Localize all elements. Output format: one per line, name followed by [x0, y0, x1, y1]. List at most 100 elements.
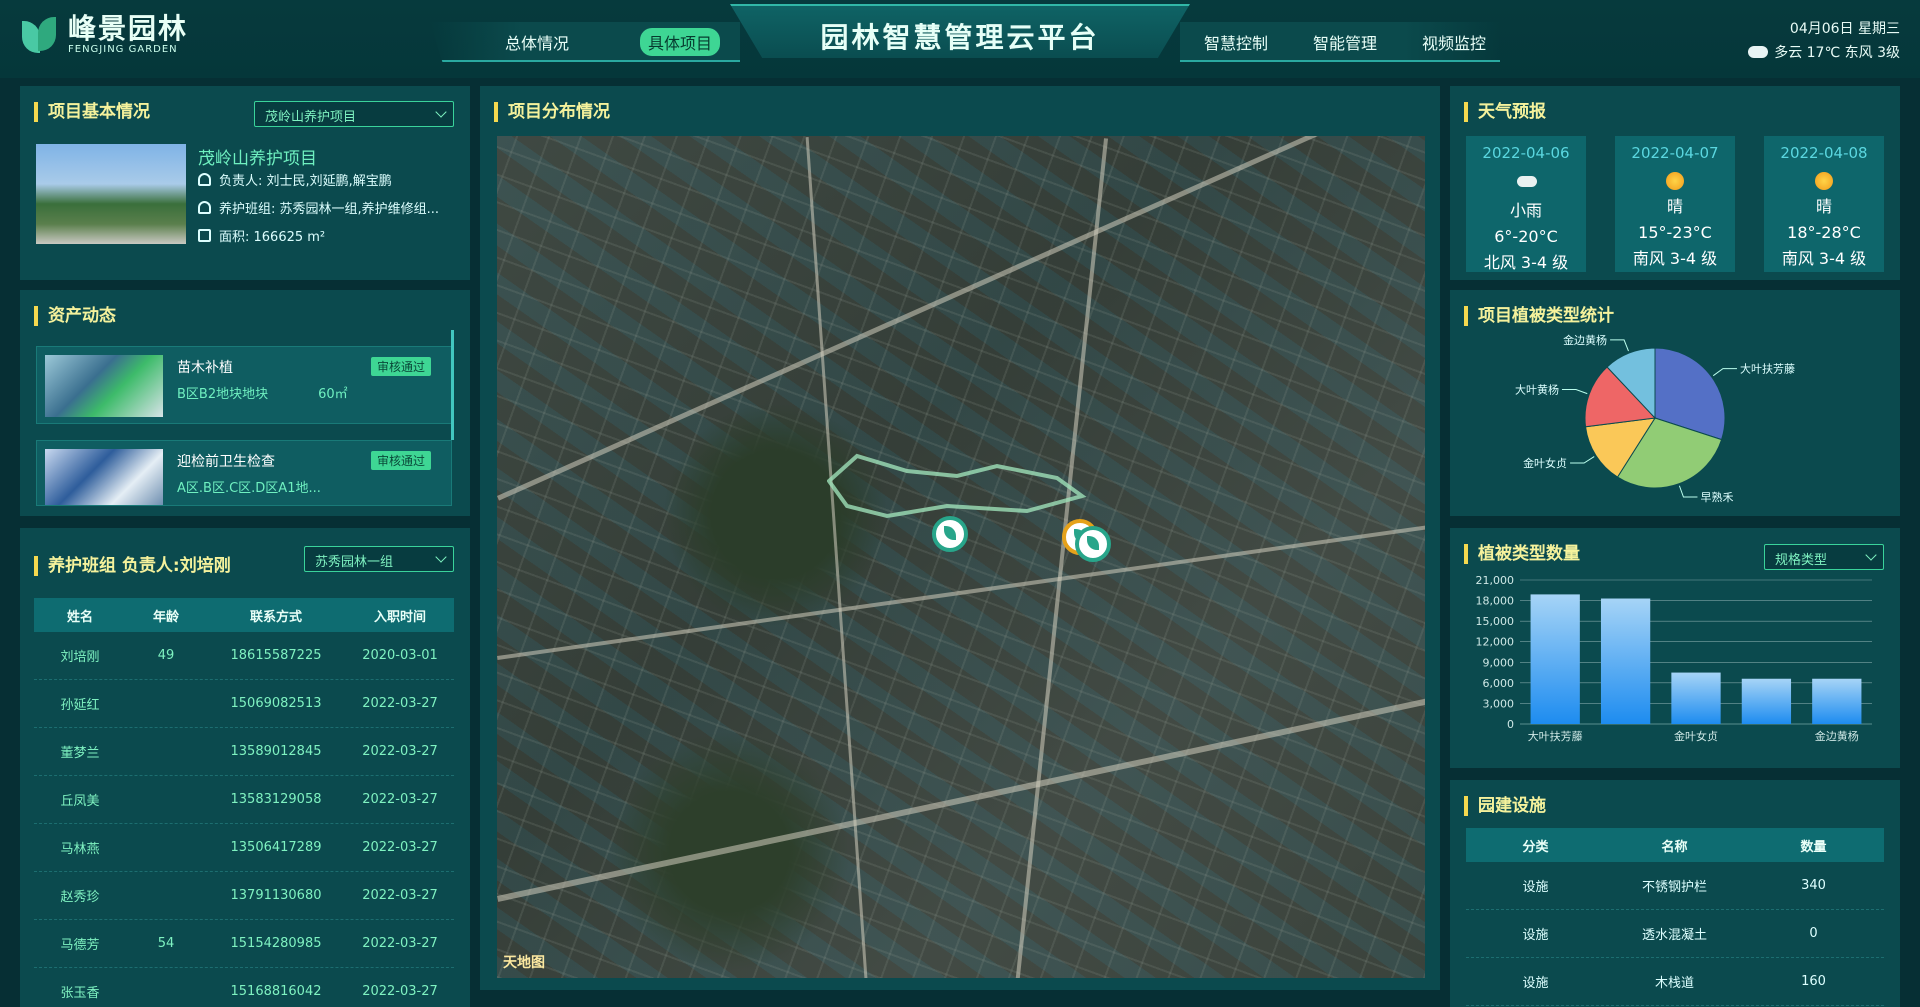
table-row[interactable]: 刘培刚 49 18615587225 2020-03-01: [34, 632, 454, 680]
map-watermark: 天地图: [503, 955, 545, 971]
cell-phone: 15154280985: [230, 936, 322, 951]
table-row[interactable]: 董梦兰 13589012845 2022-03-27: [34, 728, 454, 776]
pie-leader-line: [1712, 368, 1737, 377]
cell-category: 设施: [1522, 976, 1549, 991]
header: 峰景园林 FENGJING GARDEN 总体情况 具体项目 园林智慧管理云平台…: [0, 0, 1920, 78]
tab-smart-manage[interactable]: 智能管理: [1313, 30, 1377, 54]
vegetation-bar-panel: 植被类型数量 规格类型 0 3,000 6,000 9,000 12,000 15,000…: [1450, 528, 1900, 768]
forecast-temp: 15°-23°C: [1638, 223, 1712, 242]
forecast-date: 2022-04-06: [1482, 144, 1570, 162]
cell-age: 54: [157, 936, 175, 951]
bar[interactable]: [1741, 678, 1792, 724]
user-icon: [198, 173, 211, 186]
cell-name: 刘培刚: [60, 650, 100, 665]
tab-overview[interactable]: 总体情况: [505, 30, 569, 54]
manager-line: 负责人: 刘士民,刘延鹏,解宝鹏: [198, 170, 468, 189]
asset-title: 苗木补植: [177, 360, 233, 376]
table-row[interactable]: 设施 不锈钢护栏 340: [1466, 862, 1884, 910]
tab-project[interactable]: 具体项目: [640, 28, 721, 56]
tab-smart-control[interactable]: 智慧控制: [1204, 30, 1268, 54]
forecast-wind: 北风 3-4 级: [1483, 253, 1569, 272]
cell-phone: 13791130680: [230, 888, 322, 903]
cell-count: 160: [1801, 974, 1826, 989]
cell-name: 木栈道: [1654, 976, 1694, 991]
pie-leader-line: [1610, 339, 1629, 352]
table-row[interactable]: 马林燕 13506417289 2022-03-27: [34, 824, 454, 872]
pie-leader-line: [1561, 389, 1588, 395]
asset-location: B区B2地块地块: [177, 387, 269, 402]
team-title: 养护班组 负责人:刘培刚: [34, 556, 231, 576]
cell-name: 马德芳: [60, 938, 100, 953]
facilities-panel: 园建设施 分类 名称 数量 设施 不锈钢护栏 340 设施 透水混凝土 0 设施 木栈道 160: [1450, 780, 1900, 1007]
weather-text: 多云 17℃ 东风 3级: [1774, 45, 1900, 61]
cell-name: 丘凤美: [60, 794, 100, 809]
area-text: 面积: 166625 m²: [219, 230, 326, 245]
cell-joined: 2022-03-27: [362, 936, 438, 951]
forecast-wind: 南风 3-4 级: [1781, 249, 1867, 268]
y-tick-label: 18,000: [1476, 595, 1515, 608]
y-tick-label: 9,000: [1483, 656, 1515, 669]
cell-phone: 15069082513: [230, 696, 322, 711]
table-row[interactable]: 赵秀珍 13791130680 2022-03-27: [34, 872, 454, 920]
col-name: 姓名: [66, 609, 93, 625]
scrollbar[interactable]: [451, 330, 454, 440]
satellite-map[interactable]: 天地图: [497, 136, 1425, 978]
pie-chart: 大叶扶芳藤早熟禾 金叶女贞 大叶黄杨 金边黄杨: [1515, 333, 1795, 504]
team-select[interactable]: 苏秀园林一组: [304, 546, 454, 572]
map-title: 项目分布情况: [494, 102, 610, 122]
logo-cn: 峰景园林: [68, 12, 189, 45]
title-box: 园林智慧管理云平台: [730, 4, 1190, 58]
cell-name: 孙延红: [60, 698, 100, 713]
cell-category: 设施: [1522, 880, 1549, 895]
area-line: 面积: 166625 m²: [198, 226, 468, 245]
sun-icon: [1666, 172, 1684, 190]
x-tick-label: 大叶扶芳藤: [1528, 729, 1583, 743]
forecast-date: 2022-04-07: [1631, 144, 1719, 162]
leaf-logo-icon: [20, 15, 60, 55]
table-row[interactable]: 丘凤美 13583129058 2022-03-27: [34, 776, 454, 824]
team-select-value: 苏秀园林一组: [315, 555, 394, 570]
y-tick-label: 15,000: [1476, 615, 1515, 628]
col-name: 名称: [1661, 839, 1688, 855]
y-tick-label: 6,000: [1483, 677, 1515, 690]
project-select[interactable]: 茂岭山养护项目: [254, 101, 454, 127]
asset-card[interactable]: 苗木补植 B区B2地块地块 60㎡ 审核通过: [36, 346, 452, 424]
table-row[interactable]: 孙延红 15069082513 2022-03-27: [34, 680, 454, 728]
cell-name: 不锈钢护栏: [1641, 880, 1707, 895]
table-row[interactable]: 马德芳 54 15154280985 2022-03-27: [34, 920, 454, 968]
project-photo: [36, 144, 186, 244]
bar[interactable]: [1671, 672, 1721, 724]
forecast-date: 2022-04-08: [1780, 144, 1868, 162]
cell-count: 0: [1809, 926, 1818, 941]
asset-thumb: [45, 449, 163, 505]
forecast-desc: 晴: [1815, 197, 1832, 216]
table-row[interactable]: 设施 木栈道 160: [1466, 958, 1884, 1006]
cell-phone: 13589012845: [230, 744, 322, 759]
pie-label: 大叶扶芳藤: [1740, 362, 1795, 376]
table-row[interactable]: 设施 透水混凝土 0: [1466, 910, 1884, 958]
status-badge: 审核通过: [370, 451, 431, 470]
team-table-header: 姓名 年龄 联系方式 入职时间: [34, 598, 454, 632]
map-pin-icon[interactable]: [1075, 526, 1111, 562]
tab-video[interactable]: 视频监控: [1422, 30, 1486, 54]
cloud-icon: [1748, 46, 1769, 58]
asset-card[interactable]: 迎检前卫生检查 A区.B区.C区.D区A1地... 审核通过: [36, 440, 452, 506]
bar[interactable]: [1530, 594, 1580, 724]
table-row[interactable]: 张玉香 15168816042 2022-03-27: [34, 968, 454, 1007]
map-pin-icon[interactable]: [932, 516, 968, 552]
date-text: 04月06日 星期三: [1789, 21, 1900, 37]
bar[interactable]: [1600, 598, 1651, 724]
sun-icon: [1815, 172, 1833, 190]
y-tick-label: 0: [1507, 718, 1514, 731]
spec-select[interactable]: 规格类型: [1764, 544, 1884, 570]
bar[interactable]: [1812, 678, 1862, 724]
col-phone: 联系方式: [249, 609, 302, 625]
cell-phone: 13583129058: [230, 792, 322, 807]
logo-en: FENGJING GARDEN: [68, 44, 178, 55]
pie-label: 金边黄杨: [1563, 333, 1607, 347]
chevron-down-icon: [435, 551, 447, 563]
cell-name: 马林燕: [60, 842, 100, 857]
cell-age: 49: [157, 648, 175, 663]
x-tick-label: 金边黄杨: [1815, 729, 1859, 743]
weather-title: 天气预报: [1464, 102, 1546, 122]
